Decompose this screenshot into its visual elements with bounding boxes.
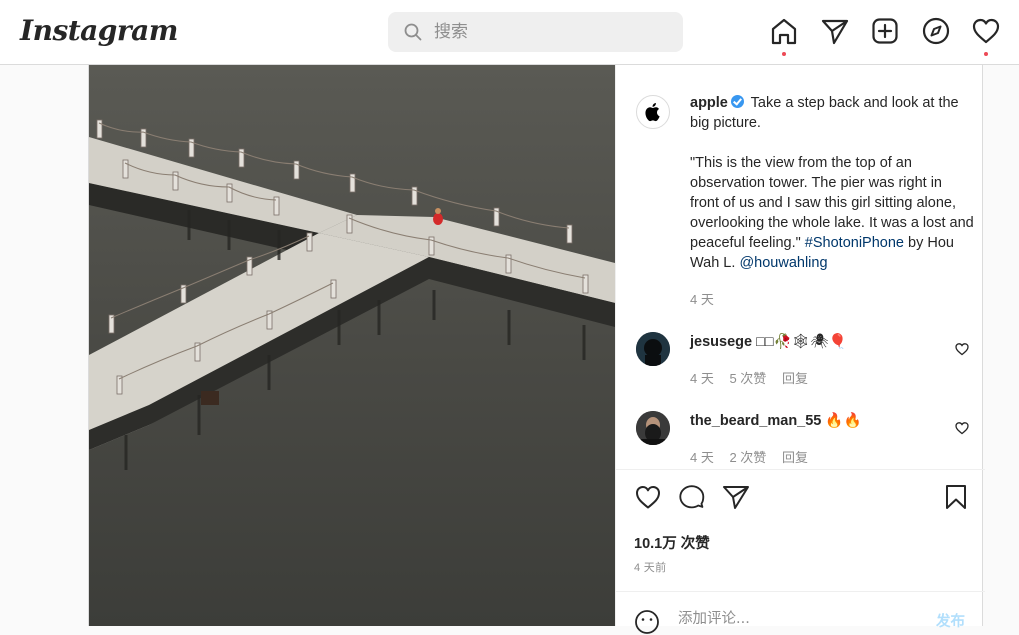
- instagram-logo[interactable]: Instagram: [20, 14, 178, 47]
- caption-time: 4 天: [690, 289, 726, 308]
- comment-time-1: 4 天: [690, 371, 714, 386]
- caption-time-label: 4 天: [690, 292, 714, 307]
- comment-text-1: □□🥀🕸🕷🎈: [756, 334, 847, 350]
- bearded-man-icon: [636, 411, 670, 445]
- pier-lake-image: [89, 65, 615, 626]
- post-modal: apple Take a step back and look at the b…: [88, 65, 985, 634]
- activity-notification-dot: [984, 52, 988, 56]
- comment-likes-1[interactable]: 5 次赞: [729, 371, 766, 386]
- hooded-figure-icon: [636, 332, 670, 366]
- post-side-panel: apple Take a step back and look at the b…: [615, 65, 985, 634]
- comment-username-2[interactable]: the_beard_man_55: [690, 413, 821, 429]
- comment-like-heart-icon[interactable]: [955, 342, 969, 356]
- comment-username[interactable]: jesusege □□🥀🕸🕷🎈: [690, 333, 847, 350]
- jesusege-avatar[interactable]: [636, 332, 670, 366]
- comment-time-2: 4 天: [690, 450, 714, 465]
- like-heart-icon[interactable]: [634, 483, 662, 511]
- publish-comment-button[interactable]: 发布: [936, 610, 965, 631]
- compass-icon[interactable]: [921, 16, 951, 46]
- girl-figure: [433, 213, 443, 225]
- top-navigation-bar: Instagram: [0, 0, 1019, 65]
- comment-bubble-icon[interactable]: [678, 483, 706, 511]
- home-icon[interactable]: [769, 16, 799, 46]
- verified-badge-icon: [730, 95, 744, 108]
- search-box[interactable]: [388, 12, 683, 52]
- plus-square-icon[interactable]: [870, 16, 900, 46]
- comment-username-1[interactable]: jesusege: [690, 334, 752, 350]
- bookmark-save-icon[interactable]: [942, 483, 970, 511]
- search-icon: [404, 23, 422, 41]
- hashtag-link[interactable]: #ShotoniPhone: [805, 235, 904, 251]
- paper-plane-icon[interactable]: [820, 16, 850, 46]
- comment-username[interactable]: the_beard_man_55 🔥🔥: [690, 412, 862, 429]
- mention-link[interactable]: @houwahling: [739, 255, 827, 271]
- emoji-smiley-icon[interactable]: [634, 609, 660, 635]
- heart-icon[interactable]: [971, 16, 1001, 46]
- post-photo[interactable]: [89, 65, 615, 626]
- post-caption: apple Take a step back and look at the b…: [690, 93, 975, 273]
- comment-likes-2[interactable]: 2 次赞: [729, 450, 766, 465]
- add-comment-bar: 发布: [616, 591, 985, 634]
- search-input[interactable]: [434, 20, 664, 44]
- the-beard-man-avatar[interactable]: [636, 411, 670, 445]
- comment-meta-1: 4 天 5 次赞 回复: [690, 368, 820, 387]
- apple-logo-icon: [645, 103, 660, 122]
- comment-meta-2: 4 天 2 次赞 回复: [690, 447, 820, 466]
- comment-input[interactable]: [678, 608, 908, 630]
- likes-count[interactable]: 10.1万 次赞: [634, 532, 710, 553]
- home-notification-dot: [782, 52, 786, 56]
- comment-reply-1[interactable]: 回复: [782, 371, 808, 386]
- comment-reply-2[interactable]: 回复: [782, 450, 808, 465]
- comment-like-heart-icon[interactable]: [955, 421, 969, 435]
- post-timestamp[interactable]: 4 天前: [634, 559, 666, 575]
- apple-avatar[interactable]: [636, 95, 670, 129]
- comment-text-2: 🔥🔥: [825, 413, 862, 429]
- post-actions-bar: [616, 483, 985, 519]
- share-paper-plane-icon[interactable]: [722, 483, 750, 511]
- caption-username[interactable]: apple: [690, 95, 728, 111]
- comments-list: apple Take a step back and look at the b…: [616, 65, 985, 470]
